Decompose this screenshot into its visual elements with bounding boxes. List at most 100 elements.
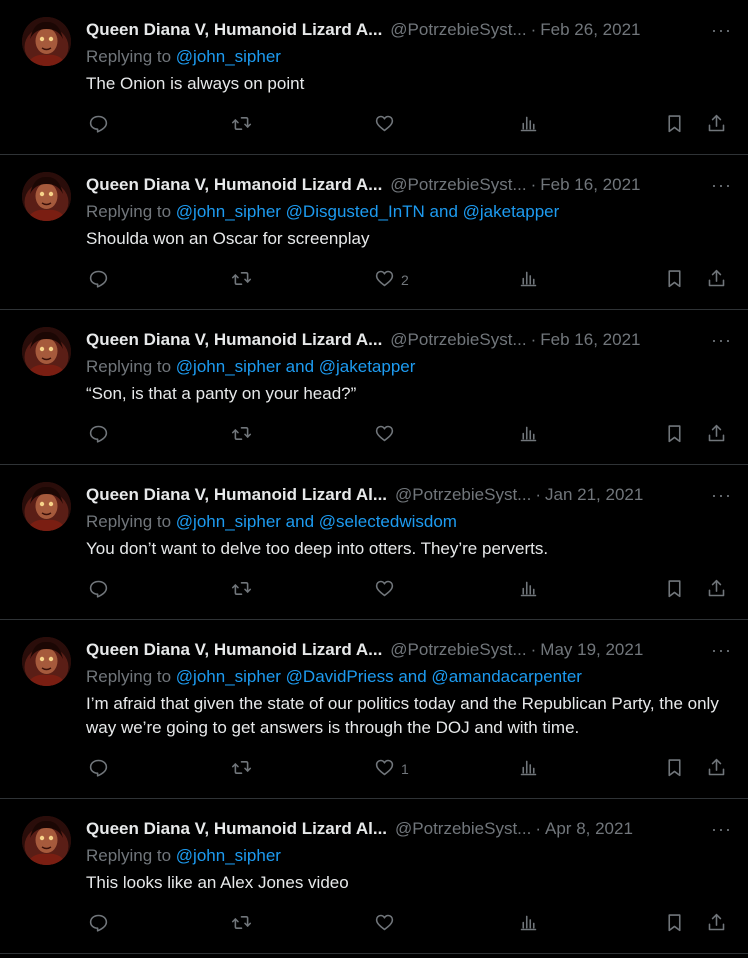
avatar[interactable] [22,327,71,376]
replying-to: Replying to @john_sipher and @jaketapper [86,355,732,379]
share-button[interactable] [706,110,727,140]
like-button[interactable]: 2 [374,265,409,295]
replying-to-label: Replying to [86,357,172,376]
replying-to-label: Replying to [86,47,172,66]
reply-mentions[interactable]: @john_sipher @DavidPriess and @amandacar… [176,667,582,686]
tweet[interactable]: Queen Diana V, Humanoid Lizard Al... @Po… [0,465,748,620]
more-options-icon[interactable]: ··· [701,640,732,661]
reply-mentions[interactable]: @john_sipher and @jaketapper [176,357,416,376]
tweet[interactable]: Queen Diana V, Humanoid Lizard A... @Pot… [0,620,748,799]
reply-button[interactable] [88,909,109,939]
tweet-date[interactable]: May 19, 2021 [540,640,643,660]
display-name[interactable]: Queen Diana V, Humanoid Lizard Al... [86,485,387,505]
avatar[interactable] [22,17,71,66]
bookmark-button[interactable] [664,575,685,605]
more-options-icon[interactable]: ··· [701,819,732,840]
avatar[interactable] [22,637,71,686]
like-button[interactable] [374,575,401,605]
like-button[interactable] [374,110,401,140]
avatar[interactable] [22,482,71,531]
views-button[interactable] [518,265,539,295]
user-handle[interactable]: @PotrzebieSyst... [390,640,526,660]
reply-button[interactable] [88,420,109,450]
bookmark-button[interactable] [664,110,685,140]
reply-button[interactable] [88,575,109,605]
share-button[interactable] [706,909,727,939]
tweet-header: Queen Diana V, Humanoid Lizard A... @Pot… [86,310,732,353]
share-button[interactable] [706,575,727,605]
views-button[interactable] [518,110,539,140]
reply-button[interactable] [88,754,109,784]
reply-icon [88,757,109,781]
like-button[interactable]: 1 [374,754,409,784]
heart-icon [374,423,395,447]
tweet[interactable]: Queen Diana V, Humanoid Lizard A... @Pot… [0,0,748,155]
avatar[interactable] [22,816,71,865]
retweet-button[interactable] [231,110,252,140]
display-name[interactable]: Queen Diana V, Humanoid Lizard A... [86,175,382,195]
like-button[interactable] [374,420,401,450]
views-button[interactable] [518,754,539,784]
retweet-button[interactable] [231,575,252,605]
user-handle[interactable]: @PotrzebieSyst... [390,20,526,40]
retweet-button[interactable] [231,420,252,450]
tweet-actions [86,575,732,605]
tweet[interactable]: Queen Diana V, Humanoid Lizard A... @Pot… [0,155,748,310]
share-button[interactable] [706,265,727,295]
replying-to: Replying to @john_sipher [86,844,732,868]
user-handle[interactable]: @PotrzebieSyst... [390,175,526,195]
reply-button[interactable] [88,110,109,140]
retweet-button[interactable] [231,265,252,295]
retweet-button[interactable] [231,754,252,784]
display-name[interactable]: Queen Diana V, Humanoid Lizard Al... [86,819,387,839]
views-icon [518,578,539,602]
more-options-icon[interactable]: ··· [701,330,732,351]
tweet-actions [86,420,732,450]
tweet-date[interactable]: Feb 16, 2021 [540,175,640,195]
display-name[interactable]: Queen Diana V, Humanoid Lizard A... [86,20,382,40]
views-button[interactable] [518,909,539,939]
display-name[interactable]: Queen Diana V, Humanoid Lizard A... [86,640,382,660]
heart-icon [374,757,395,781]
share-icon [706,268,727,292]
retweet-button[interactable] [231,909,252,939]
views-button[interactable] [518,575,539,605]
views-button[interactable] [518,420,539,450]
replying-to-label: Replying to [86,202,172,221]
tweet-date[interactable]: Apr 8, 2021 [545,819,633,839]
reply-mentions[interactable]: @john_sipher [176,47,281,66]
user-handle[interactable]: @PotrzebieSyst... [395,819,531,839]
user-handle[interactable]: @PotrzebieSyst... [390,330,526,350]
heart-icon [374,912,395,936]
share-button[interactable] [706,420,727,450]
more-options-icon[interactable]: ··· [701,20,732,41]
reply-mentions[interactable]: @john_sipher @Disgusted_InTN and @jaketa… [176,202,559,221]
bookmark-button[interactable] [664,265,685,295]
replying-to: Replying to @john_sipher @DavidPriess an… [86,665,732,689]
reply-button[interactable] [88,265,109,295]
retweet-icon [231,578,252,602]
views-icon [518,423,539,447]
share-icon [706,578,727,602]
tweet-text: I’m afraid that given the state of our p… [86,694,719,737]
avatar[interactable] [22,172,71,221]
reply-mentions[interactable]: @john_sipher and @selectedwisdom [176,512,457,531]
bookmark-button[interactable] [664,754,685,784]
more-options-icon[interactable]: ··· [701,175,732,196]
bookmark-button[interactable] [664,909,685,939]
bookmark-button[interactable] [664,420,685,450]
display-name[interactable]: Queen Diana V, Humanoid Lizard A... [86,330,382,350]
replying-to: Replying to @john_sipher @Disgusted_InTN… [86,200,732,224]
tweet[interactable]: Queen Diana V, Humanoid Lizard A... @Pot… [0,310,748,465]
tweet[interactable]: Queen Diana V, Humanoid Lizard Al... @Po… [0,799,748,954]
tweet-date[interactable]: Feb 26, 2021 [540,20,640,40]
views-icon [518,757,539,781]
share-button[interactable] [706,754,727,784]
more-options-icon[interactable]: ··· [701,485,732,506]
like-button[interactable] [374,909,401,939]
tweet-date[interactable]: Feb 16, 2021 [540,330,640,350]
tweet-actions: 2 [86,265,732,295]
user-handle[interactable]: @PotrzebieSyst... [395,485,531,505]
reply-mentions[interactable]: @john_sipher [176,846,281,865]
tweet-date[interactable]: Jan 21, 2021 [545,485,643,505]
